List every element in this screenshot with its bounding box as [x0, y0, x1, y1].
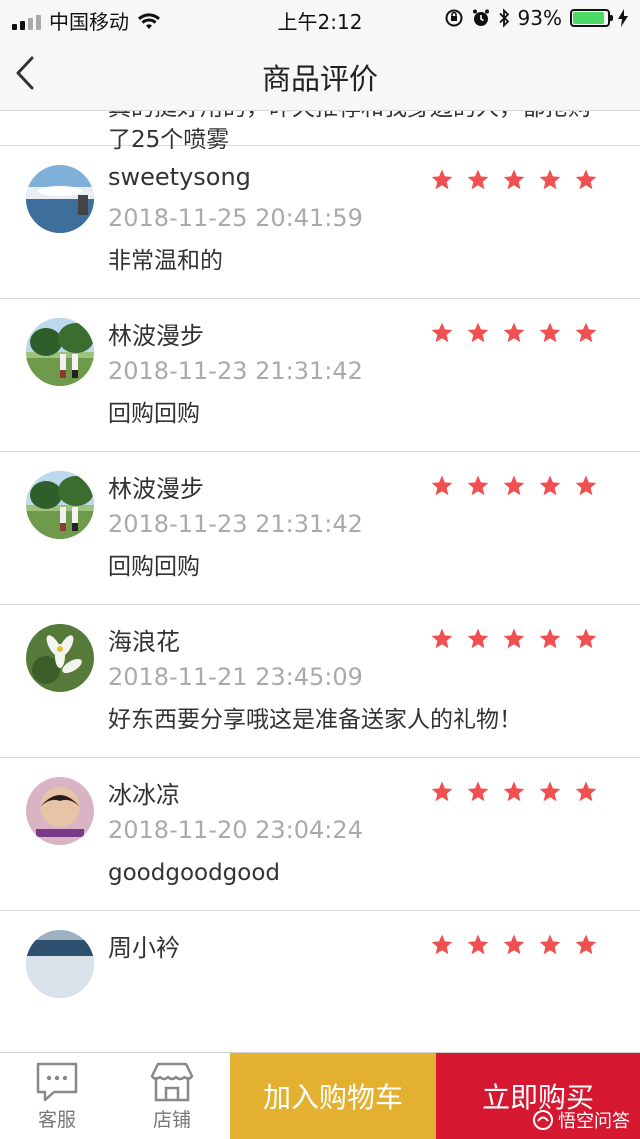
watermark: 悟空问答 [532, 1107, 630, 1133]
star-icon [431, 628, 453, 649]
star-icon [539, 781, 561, 802]
avatar-image [26, 930, 94, 998]
rating-stars [430, 321, 598, 345]
rating-stars [430, 474, 598, 498]
star-icon [539, 322, 561, 343]
page-title: 商品评价 [261, 62, 378, 96]
review-item: 周小衿 [0, 911, 640, 1052]
battery-icon [570, 9, 613, 27]
review-text: 回购回购 [108, 401, 200, 427]
avatar-image [26, 777, 94, 845]
review-date: 2018-11-25 20:41:59 [108, 204, 363, 232]
user-avatar[interactable] [26, 471, 94, 539]
star-icon [503, 322, 525, 343]
rating-stars [430, 780, 598, 804]
shop-button[interactable]: 店铺 [137, 1061, 207, 1132]
review-item: 海浪花 2018-11-21 23:45:09 好东西要分享哦这是准备送家人的礼… [0, 605, 640, 758]
star-icon [467, 169, 489, 190]
customer-service-label: 客服 [37, 1109, 76, 1131]
review-item: 林波漫步 2018-11-23 21:31:42 回购回购 [0, 299, 640, 452]
review-item: sweetysong 2018-11-25 20:41:59 非常温和的 [0, 146, 640, 299]
alarm-icon [472, 9, 489, 26]
star-icon [467, 322, 489, 343]
star-icon [575, 628, 597, 649]
star-icon [431, 781, 453, 802]
star-icon [431, 475, 453, 496]
user-avatar[interactable] [26, 165, 94, 233]
chat-bubble-icon [36, 1062, 78, 1102]
bottom-action-bar: 客服 店铺 加入购物车 立即购买 悟空问答 [0, 1052, 640, 1139]
star-icon [539, 628, 561, 649]
star-icon [431, 169, 453, 190]
user-avatar[interactable] [26, 318, 94, 386]
user-avatar[interactable] [26, 624, 94, 692]
status-bar: 中国移动 上午2:12 93% [0, 0, 640, 36]
review-username: 冰冰凉 [108, 781, 180, 809]
review-username: 周小衿 [108, 934, 180, 962]
star-icon [539, 934, 561, 955]
orientation-lock-icon [445, 9, 463, 27]
star-icon [503, 169, 525, 190]
review-list[interactable]: 2018-11-27 11:09:50 真的挺好用的，昨天推荐和我身边的人，都抢… [0, 111, 640, 1052]
navigation-bar: 商品评价 [0, 36, 640, 111]
review-date: 2018-11-20 23:04:24 [108, 816, 363, 844]
star-icon [539, 475, 561, 496]
star-icon [467, 781, 489, 802]
star-icon [539, 169, 561, 190]
star-icon [575, 475, 597, 496]
star-icon [575, 781, 597, 802]
review-username: sweetysong [108, 163, 251, 191]
user-avatar[interactable] [26, 930, 94, 998]
star-icon [575, 934, 597, 955]
bluetooth-icon [498, 8, 509, 28]
customer-service-button[interactable]: 客服 [22, 1061, 92, 1132]
rating-stars [430, 168, 598, 192]
review-item: 2018-11-27 11:09:50 真的挺好用的，昨天推荐和我身边的人，都抢… [0, 111, 640, 153]
avatar-image [26, 471, 94, 539]
star-icon [503, 934, 525, 955]
review-item: 林波漫步 2018-11-23 21:31:42 回购回购 [0, 452, 640, 605]
avatar-image [26, 318, 94, 386]
star-icon [467, 475, 489, 496]
review-item: 冰冰凉 2018-11-20 23:04:24 goodgoodgood [0, 758, 640, 911]
star-icon [467, 934, 489, 955]
star-icon [503, 475, 525, 496]
battery-percent: 93% [517, 6, 562, 30]
charging-icon [618, 9, 628, 27]
rating-stars [430, 627, 598, 651]
review-list-inner: 2018-11-27 11:09:50 真的挺好用的，昨天推荐和我身边的人，都抢… [0, 111, 640, 1052]
rating-stars [430, 933, 598, 957]
review-username: 林波漫步 [108, 322, 204, 350]
star-icon [431, 934, 453, 955]
star-icon [503, 781, 525, 802]
review-date: 2018-11-21 23:45:09 [108, 663, 363, 691]
star-icon [575, 322, 597, 343]
avatar-image [26, 624, 94, 692]
watermark-logo-icon [533, 1110, 553, 1130]
review-username: 林波漫步 [108, 475, 204, 503]
add-to-cart-button[interactable]: 加入购物车 [230, 1053, 436, 1139]
star-icon [431, 322, 453, 343]
star-icon [575, 169, 597, 190]
star-icon [503, 628, 525, 649]
review-text: 好东西要分享哦这是准备送家人的礼物！ [108, 707, 522, 733]
star-icon [467, 628, 489, 649]
user-avatar[interactable] [26, 777, 94, 845]
watermark-text: 悟空问答 [558, 1111, 630, 1132]
review-text: goodgoodgood [108, 860, 281, 886]
avatar-image [26, 165, 94, 233]
review-username: 海浪花 [108, 628, 180, 656]
shop-label: 店铺 [152, 1109, 191, 1131]
review-text: 非常温和的 [108, 248, 223, 274]
review-date: 2018-11-23 21:31:42 [108, 357, 363, 385]
shop-icon [150, 1062, 194, 1102]
review-text: 回购回购 [108, 554, 200, 580]
status-right: 93% [444, 6, 628, 30]
review-date: 2018-11-23 21:31:42 [108, 510, 363, 538]
